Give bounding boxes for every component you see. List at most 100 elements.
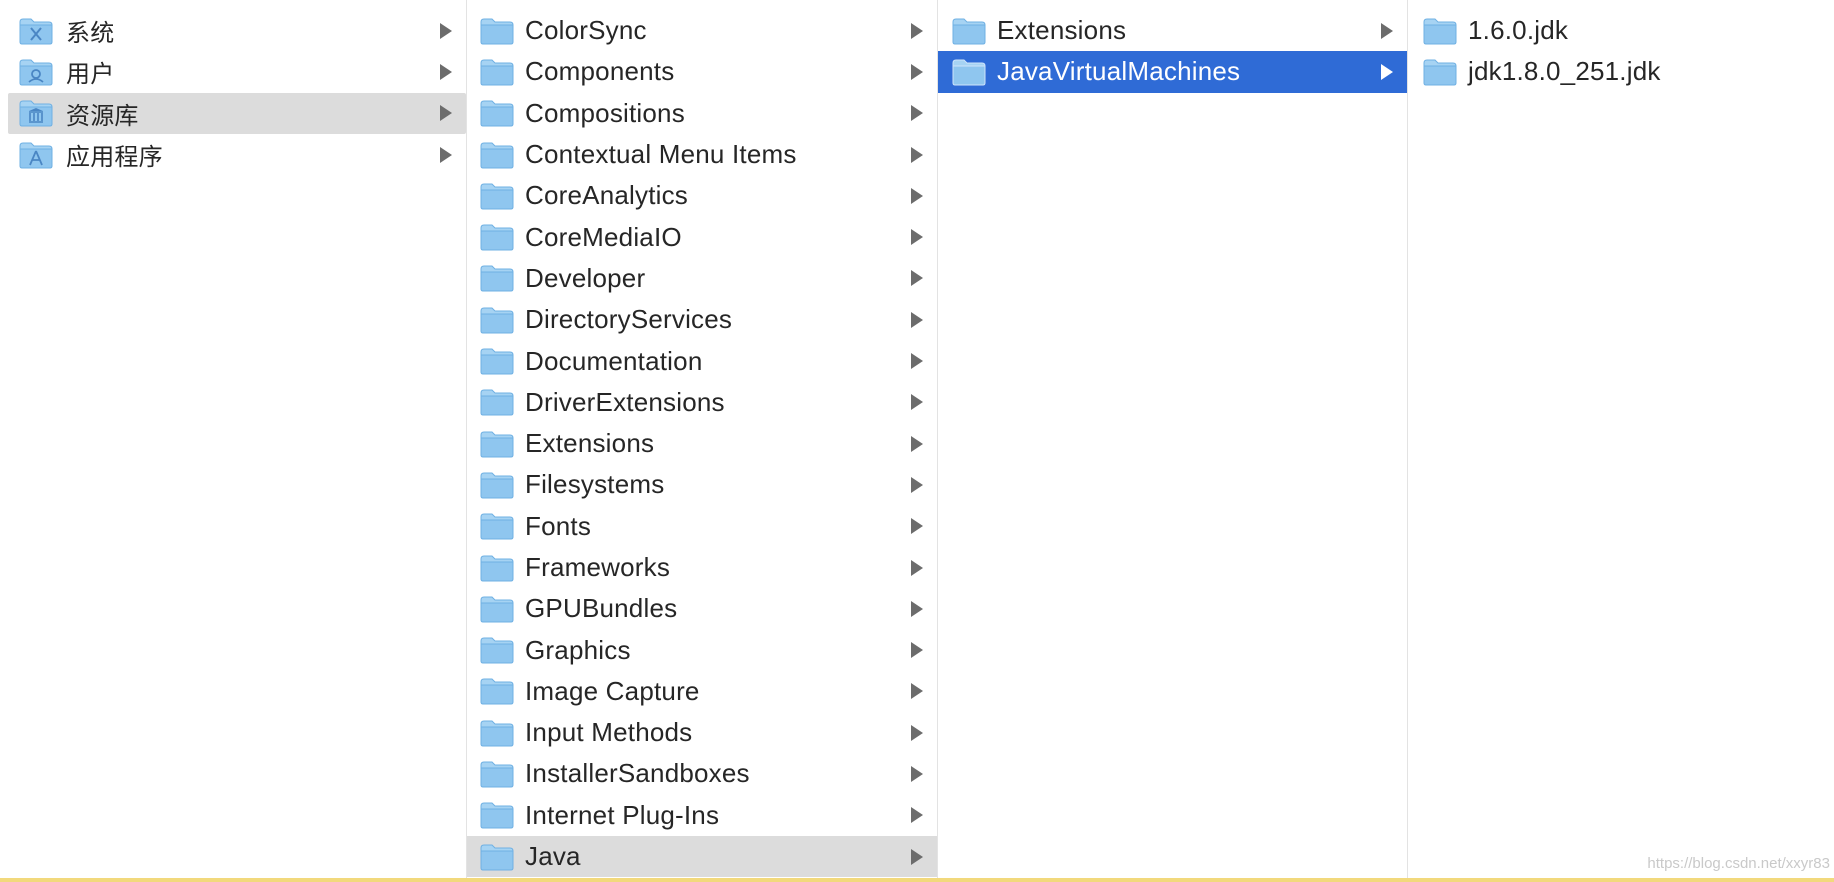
column-java-virtual-machines[interactable]: 1.6.0.jdk jdk1.8.0_251.jdk [1408,0,1834,878]
column-library[interactable]: ColorSync Components Compositions Contextua… [467,0,938,878]
folder-row-documentation[interactable]: Documentation [467,340,937,381]
column-java[interactable]: Extensions JavaVirtualMachines [938,0,1408,878]
folder-icon [479,553,515,583]
folder-row-installersandboxes[interactable]: InstallerSandboxes [467,753,937,794]
folder-icon [479,98,515,128]
folder-label: Extensions [997,15,1127,46]
folder-label: 应用程序 [66,143,163,172]
disclosure-triangle-icon [911,146,923,163]
disclosure-triangle-icon [1381,63,1393,80]
library-folder-icon [18,98,54,128]
folder-row-fonts[interactable]: Fonts [467,506,937,547]
folder-icon [479,718,515,748]
folder-label: Java [525,841,581,872]
disclosure-triangle-icon [440,105,452,122]
folder-icon [479,263,515,293]
folder-row-graphics[interactable]: Graphics [467,629,937,670]
folder-row-frameworks[interactable]: Frameworks [467,547,937,588]
folder-row-coreanalytics[interactable]: CoreAnalytics [467,175,937,216]
folder-icon [479,759,515,789]
folder-row-filesystems[interactable]: Filesystems [467,464,937,505]
folder-label: Contextual Menu Items [525,139,797,170]
folder-icon [479,222,515,252]
folder-label: 用户 [66,60,115,89]
disclosure-triangle-icon [911,394,923,411]
folder-row-directoryservices[interactable]: DirectoryServices [467,299,937,340]
folder-icon [951,57,987,87]
folder-label: CoreMediaIO [525,221,682,252]
folder-label: Frameworks [525,552,671,582]
folder-label: Developer [525,262,646,293]
disclosure-triangle-icon [911,642,923,659]
folder-icon [479,800,515,830]
disclosure-triangle-icon [911,476,923,493]
folder-icon [1422,16,1458,46]
folder-icon [479,635,515,665]
disclosure-triangle-icon [911,765,923,782]
disclosure-triangle-icon [911,229,923,246]
disclosure-triangle-icon [911,311,923,328]
folder-row-developer[interactable]: Developer [467,258,937,299]
folder-label: CoreAnalytics [525,180,688,211]
folder-label: Compositions [525,97,685,128]
folder-icon [951,16,987,46]
disclosure-triangle-icon [911,559,923,576]
folder-label: 系统 [66,19,115,48]
folder-label: 资源库 [66,101,139,130]
system-folder-icon [18,16,54,46]
folder-label: JavaVirtualMachines [997,56,1241,87]
disclosure-triangle-icon [1381,22,1393,39]
disclosure-triangle-icon [911,683,923,700]
folder-label: Components [525,56,675,87]
folder-icon [479,387,515,417]
folder-row-extensions[interactable]: Extensions [938,10,1407,51]
folder-icon [479,346,515,376]
folder-row-input-methods[interactable]: Input Methods [467,712,937,753]
folder-row-java[interactable]: Java [467,835,937,878]
applications-folder-icon [18,140,54,170]
folder-row-coremediaio[interactable]: CoreMediaIO [467,216,937,257]
folder-icon [479,676,515,706]
disclosure-triangle-icon [911,353,923,370]
folder-row-compositions[interactable]: Compositions [467,93,937,134]
folder-icon [479,842,515,872]
folder-row-driverextensions[interactable]: DriverExtensions [467,382,937,423]
disclosure-triangle-icon [911,724,923,741]
window-bottom-edge [0,878,1834,882]
column-locations[interactable]: 系统用户资源库应用程序 [0,0,467,878]
disclosure-triangle-icon [911,187,923,204]
folder-row-jdk1-8-0-251-jdk[interactable]: jdk1.8.0_251.jdk [1408,51,1834,92]
folder-icon [479,181,515,211]
folder-label: Image Capture [525,675,700,706]
folder-row-contextual-menu-items[interactable]: Contextual Menu Items [467,134,937,175]
folder-icon [479,305,515,335]
folder-icon [479,594,515,624]
folder-row-extensions[interactable]: Extensions [467,423,937,464]
folder-row-gpubundles[interactable]: GPUBundles [467,588,937,629]
folder-row-javavirtualmachines[interactable]: JavaVirtualMachines [938,51,1407,93]
folder-label: Internet Plug-Ins [525,799,720,830]
folder-row-1-6-0-jdk[interactable]: 1.6.0.jdk [1408,10,1834,51]
folder-icon [479,429,515,459]
folder-row-系统[interactable]: 系统 [8,10,466,51]
folder-row-资源库[interactable]: 资源库 [8,92,466,134]
folder-row-用户[interactable]: 用户 [8,51,466,92]
disclosure-triangle-icon [911,600,923,617]
folder-icon [479,16,515,46]
folder-row-colorsync[interactable]: ColorSync [467,10,937,51]
disclosure-triangle-icon [911,270,923,287]
folder-row-应用程序[interactable]: 应用程序 [8,134,466,175]
disclosure-triangle-icon [440,146,452,163]
disclosure-triangle-icon [911,848,923,865]
folder-row-internet-plug-ins[interactable]: Internet Plug-Ins [467,795,937,836]
folder-label: DriverExtensions [525,386,725,417]
disclosure-triangle-icon [911,807,923,824]
folder-row-components[interactable]: Components [467,51,937,92]
disclosure-triangle-icon [440,22,452,39]
folder-label: jdk1.8.0_251.jdk [1468,56,1661,87]
folder-label: ColorSync [525,15,647,46]
folder-icon [479,470,515,500]
folder-icon [479,57,515,87]
folder-row-image-capture[interactable]: Image Capture [467,671,937,712]
folder-label: 1.6.0.jdk [1468,15,1569,46]
